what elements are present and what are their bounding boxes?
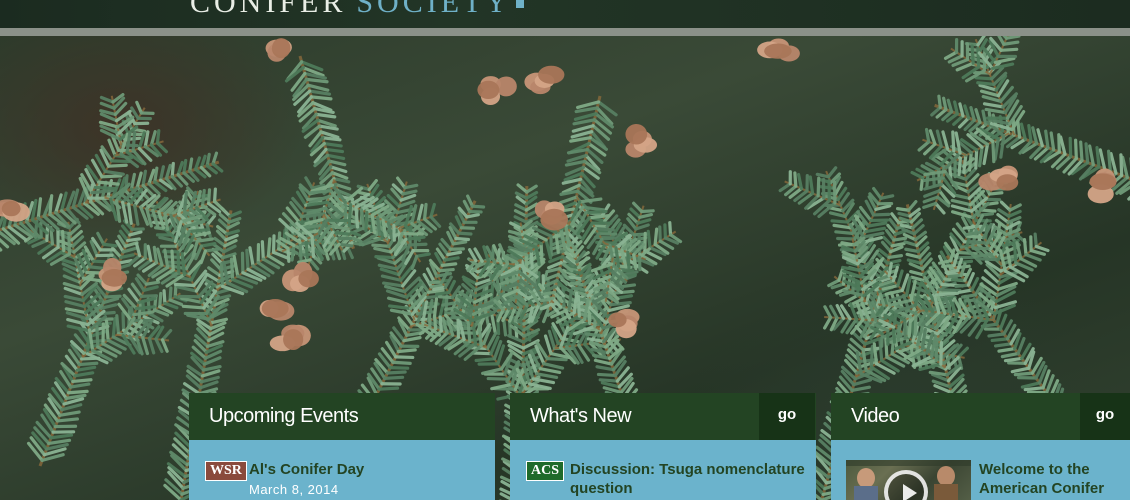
video-panel: Video go Welcome to the American Conifer — [831, 393, 1130, 500]
whats-new-body: ACS Discussion: Tsuga nomenclature quest… — [510, 440, 816, 500]
play-triangle — [903, 484, 917, 500]
whats-new-header: What's New go — [510, 393, 816, 440]
upcoming-events-header: Upcoming Events — [189, 393, 495, 440]
event-date: March 8, 2014 — [249, 482, 339, 497]
upcoming-events-panel: Upcoming Events WSR Al's Conifer Day Mar… — [189, 393, 495, 500]
upcoming-events-title[interactable]: Upcoming Events — [209, 405, 359, 428]
site-header: CONIFER SOCIETY — [0, 0, 1130, 28]
upcoming-events-body: WSR Al's Conifer Day March 8, 2014 — [189, 440, 495, 500]
video-thumbnail[interactable] — [846, 460, 971, 500]
video-item-link[interactable]: Welcome to the American Conifer — [979, 460, 1124, 498]
video-go-button[interactable]: go — [1080, 393, 1130, 440]
page: CONIFER SOCIETY Upcoming Events WSR Al's … — [0, 0, 1130, 500]
video-header: Video go — [831, 393, 1130, 440]
event-title-link[interactable]: Al's Conifer Day — [249, 460, 364, 479]
whats-new-go-button[interactable]: go — [759, 393, 815, 440]
video-body: Welcome to the American Conifer — [831, 440, 1130, 500]
video-title[interactable]: Video — [851, 405, 900, 428]
news-item-link[interactable]: Discussion: Tsuga nomenclature question — [570, 460, 810, 498]
logo-accent-bar — [516, 0, 524, 8]
wsr-badge: WSR — [205, 461, 247, 481]
acs-badge: ACS — [526, 461, 565, 481]
whats-new-panel: What's New go ACS Discussion: Tsuga nome… — [510, 393, 816, 500]
header-divider — [0, 28, 1130, 36]
logo-word-society: SOCIETY — [356, 0, 512, 19]
logo-word-conifer: CONIFER — [190, 0, 347, 19]
whats-new-title[interactable]: What's New — [530, 405, 632, 428]
site-logo[interactable]: CONIFER SOCIETY — [190, 0, 511, 20]
